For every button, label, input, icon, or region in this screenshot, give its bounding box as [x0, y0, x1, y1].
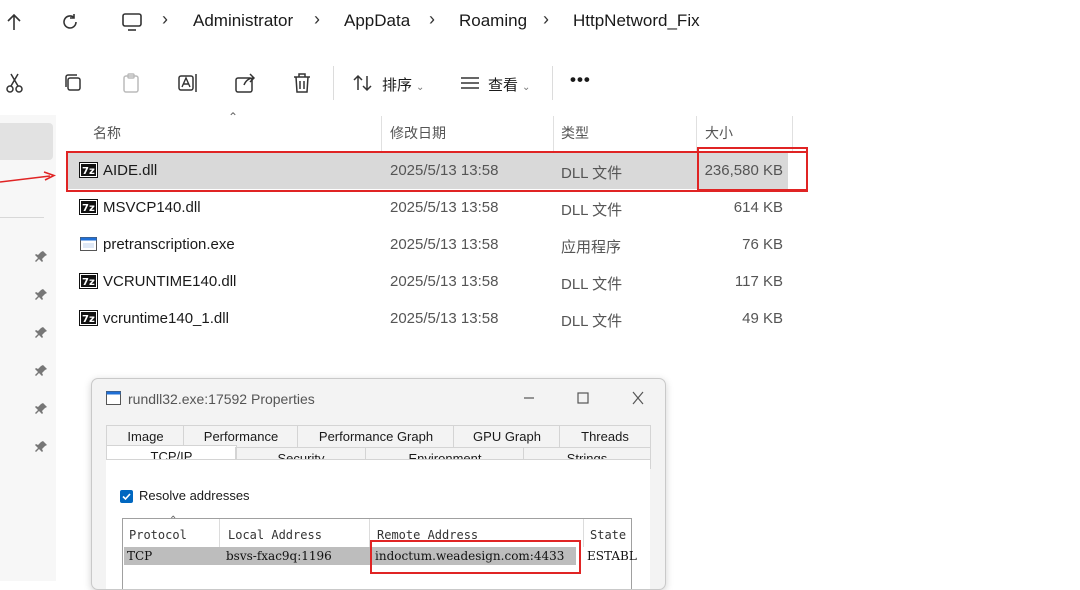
column-header-size[interactable]: 大小 — [705, 123, 733, 143]
sort-ascending-icon: ⌃ — [228, 110, 239, 124]
file-name: MSVCP140.dll — [103, 199, 201, 216]
breadcrumb-separator: › — [429, 9, 435, 29]
toolbar-divider — [333, 66, 334, 100]
file-row-pretranscription-exe[interactable]: pretranscription.exe 2025/5/13 13:58 应用程… — [68, 227, 788, 263]
file-modified: 2025/5/13 13:58 — [390, 273, 499, 290]
file-name: VCRUNTIME140.dll — [103, 273, 237, 290]
window-title: rundll32.exe:17592 Properties — [128, 391, 315, 407]
pin-icon[interactable] — [34, 440, 48, 454]
connection-protocol: TCP — [127, 549, 153, 563]
file-type: DLL 文件 — [561, 313, 623, 330]
pin-icon[interactable] — [34, 402, 48, 416]
svg-text:7z: 7z — [82, 203, 95, 214]
column-header-name[interactable]: 名称 — [93, 123, 121, 143]
7z-dll-icon: 7z — [79, 199, 98, 215]
svg-text:7z: 7z — [82, 314, 95, 325]
pin-icon[interactable] — [34, 250, 48, 264]
breadcrumb-httpnetword-fix[interactable]: HttpNetword_Fix — [573, 11, 700, 31]
tab-gpu-graph[interactable]: GPU Graph — [453, 425, 560, 447]
checkmark-icon — [122, 493, 131, 501]
minimize-icon[interactable] — [516, 387, 542, 409]
command-bar — [0, 50, 1080, 114]
file-row-vcruntime140-1-dll[interactable]: 7z vcruntime140_1.dll 2025/5/13 13:58 DL… — [68, 301, 788, 337]
breadcrumb-separator: › — [543, 9, 549, 29]
breadcrumb-separator: › — [314, 9, 320, 29]
paste-icon[interactable] — [118, 70, 144, 96]
svg-text:7z: 7z — [82, 277, 95, 288]
chevron-down-icon: ⌄ — [522, 82, 531, 93]
7z-dll-icon: 7z — [79, 273, 98, 289]
navigation-pane — [0, 115, 56, 581]
column-divider[interactable] — [583, 519, 584, 547]
highlight-box-remote-address — [370, 540, 581, 574]
resolve-addresses-checkbox[interactable] — [120, 490, 133, 503]
computer-icon[interactable] — [120, 10, 144, 34]
pin-icon[interactable] — [34, 288, 48, 302]
app-icon — [106, 391, 121, 405]
breadcrumb-appdata[interactable]: AppData — [344, 11, 410, 31]
breadcrumb-roaming[interactable]: Roaming — [459, 11, 527, 31]
cut-icon[interactable] — [3, 70, 29, 96]
breadcrumb-administrator[interactable]: Administrator — [193, 11, 293, 31]
address-bar: › Administrator › AppData › Roaming › Ht… — [0, 0, 1080, 44]
maximize-icon[interactable] — [570, 387, 596, 409]
file-row-msvcp140-dll[interactable]: 7z MSVCP140.dll 2025/5/13 13:58 DLL 文件 6… — [68, 190, 788, 226]
7z-dll-icon: 7z — [79, 310, 98, 326]
tab-threads[interactable]: Threads — [559, 425, 651, 447]
share-icon[interactable] — [232, 70, 258, 96]
copy-icon[interactable] — [60, 70, 86, 96]
breadcrumb-separator: › — [162, 9, 168, 29]
more-options-button[interactable]: ••• — [570, 70, 591, 90]
resolve-addresses-label[interactable]: Resolve addresses — [139, 488, 250, 503]
view-label: 查看 — [488, 77, 519, 94]
pin-icon[interactable] — [34, 326, 48, 340]
file-size: 76 KB — [742, 236, 783, 253]
file-type: DLL 文件 — [561, 276, 623, 293]
column-divider[interactable] — [381, 116, 382, 152]
highlight-box-file-size — [697, 147, 808, 191]
sort-ascending-icon: ⌃ — [169, 515, 178, 526]
delete-icon[interactable] — [289, 70, 315, 96]
close-icon[interactable] — [625, 387, 651, 409]
file-modified: 2025/5/13 13:58 — [390, 236, 499, 253]
view-icon[interactable] — [457, 70, 483, 96]
tab-image[interactable]: Image — [106, 425, 184, 447]
file-name: pretranscription.exe — [103, 236, 235, 253]
column-header-local-address[interactable]: Local Address — [228, 528, 322, 542]
file-modified: 2025/5/13 13:58 — [390, 310, 499, 327]
refresh-icon[interactable] — [58, 10, 82, 34]
column-divider[interactable] — [219, 519, 220, 547]
rename-icon[interactable] — [175, 70, 201, 96]
connection-local-address: bsvs-fxac9q:1196 — [226, 549, 332, 563]
sort-icon[interactable] — [350, 70, 376, 96]
column-header-modified[interactable]: 修改日期 — [390, 123, 446, 143]
column-header-protocol[interactable]: Protocol — [129, 528, 187, 542]
exe-icon — [80, 237, 97, 251]
file-type: 应用程序 — [561, 239, 622, 256]
up-arrow-icon[interactable] — [2, 10, 26, 34]
file-size: 117 KB — [734, 273, 783, 290]
chevron-down-icon: ⌄ — [416, 82, 425, 93]
file-size: 49 KB — [742, 310, 783, 327]
file-type: DLL 文件 — [561, 202, 623, 219]
sidebar-divider — [0, 217, 44, 218]
column-header-state[interactable]: State — [590, 528, 626, 542]
file-row-vcruntime140-dll[interactable]: 7z VCRUNTIME140.dll 2025/5/13 13:58 DLL … — [68, 264, 788, 300]
sidebar-selected-item[interactable] — [0, 123, 53, 160]
connection-state: ESTABL — [587, 549, 637, 563]
tab-performance[interactable]: Performance — [183, 425, 298, 447]
annotation-arrow-icon — [0, 171, 56, 183]
sort-button[interactable]: 排序 ⌄ — [382, 74, 424, 95]
column-divider[interactable] — [553, 116, 554, 152]
column-header-type[interactable]: 类型 — [561, 123, 589, 143]
pin-icon[interactable] — [34, 364, 48, 378]
file-name: vcruntime140_1.dll — [103, 310, 229, 327]
sort-label: 排序 — [382, 77, 413, 94]
file-modified: 2025/5/13 13:58 — [390, 199, 499, 216]
view-button[interactable]: 查看 ⌄ — [488, 74, 530, 95]
tab-performance-graph[interactable]: Performance Graph — [297, 425, 454, 447]
file-size: 614 KB — [733, 199, 783, 216]
toolbar-divider — [552, 66, 553, 100]
